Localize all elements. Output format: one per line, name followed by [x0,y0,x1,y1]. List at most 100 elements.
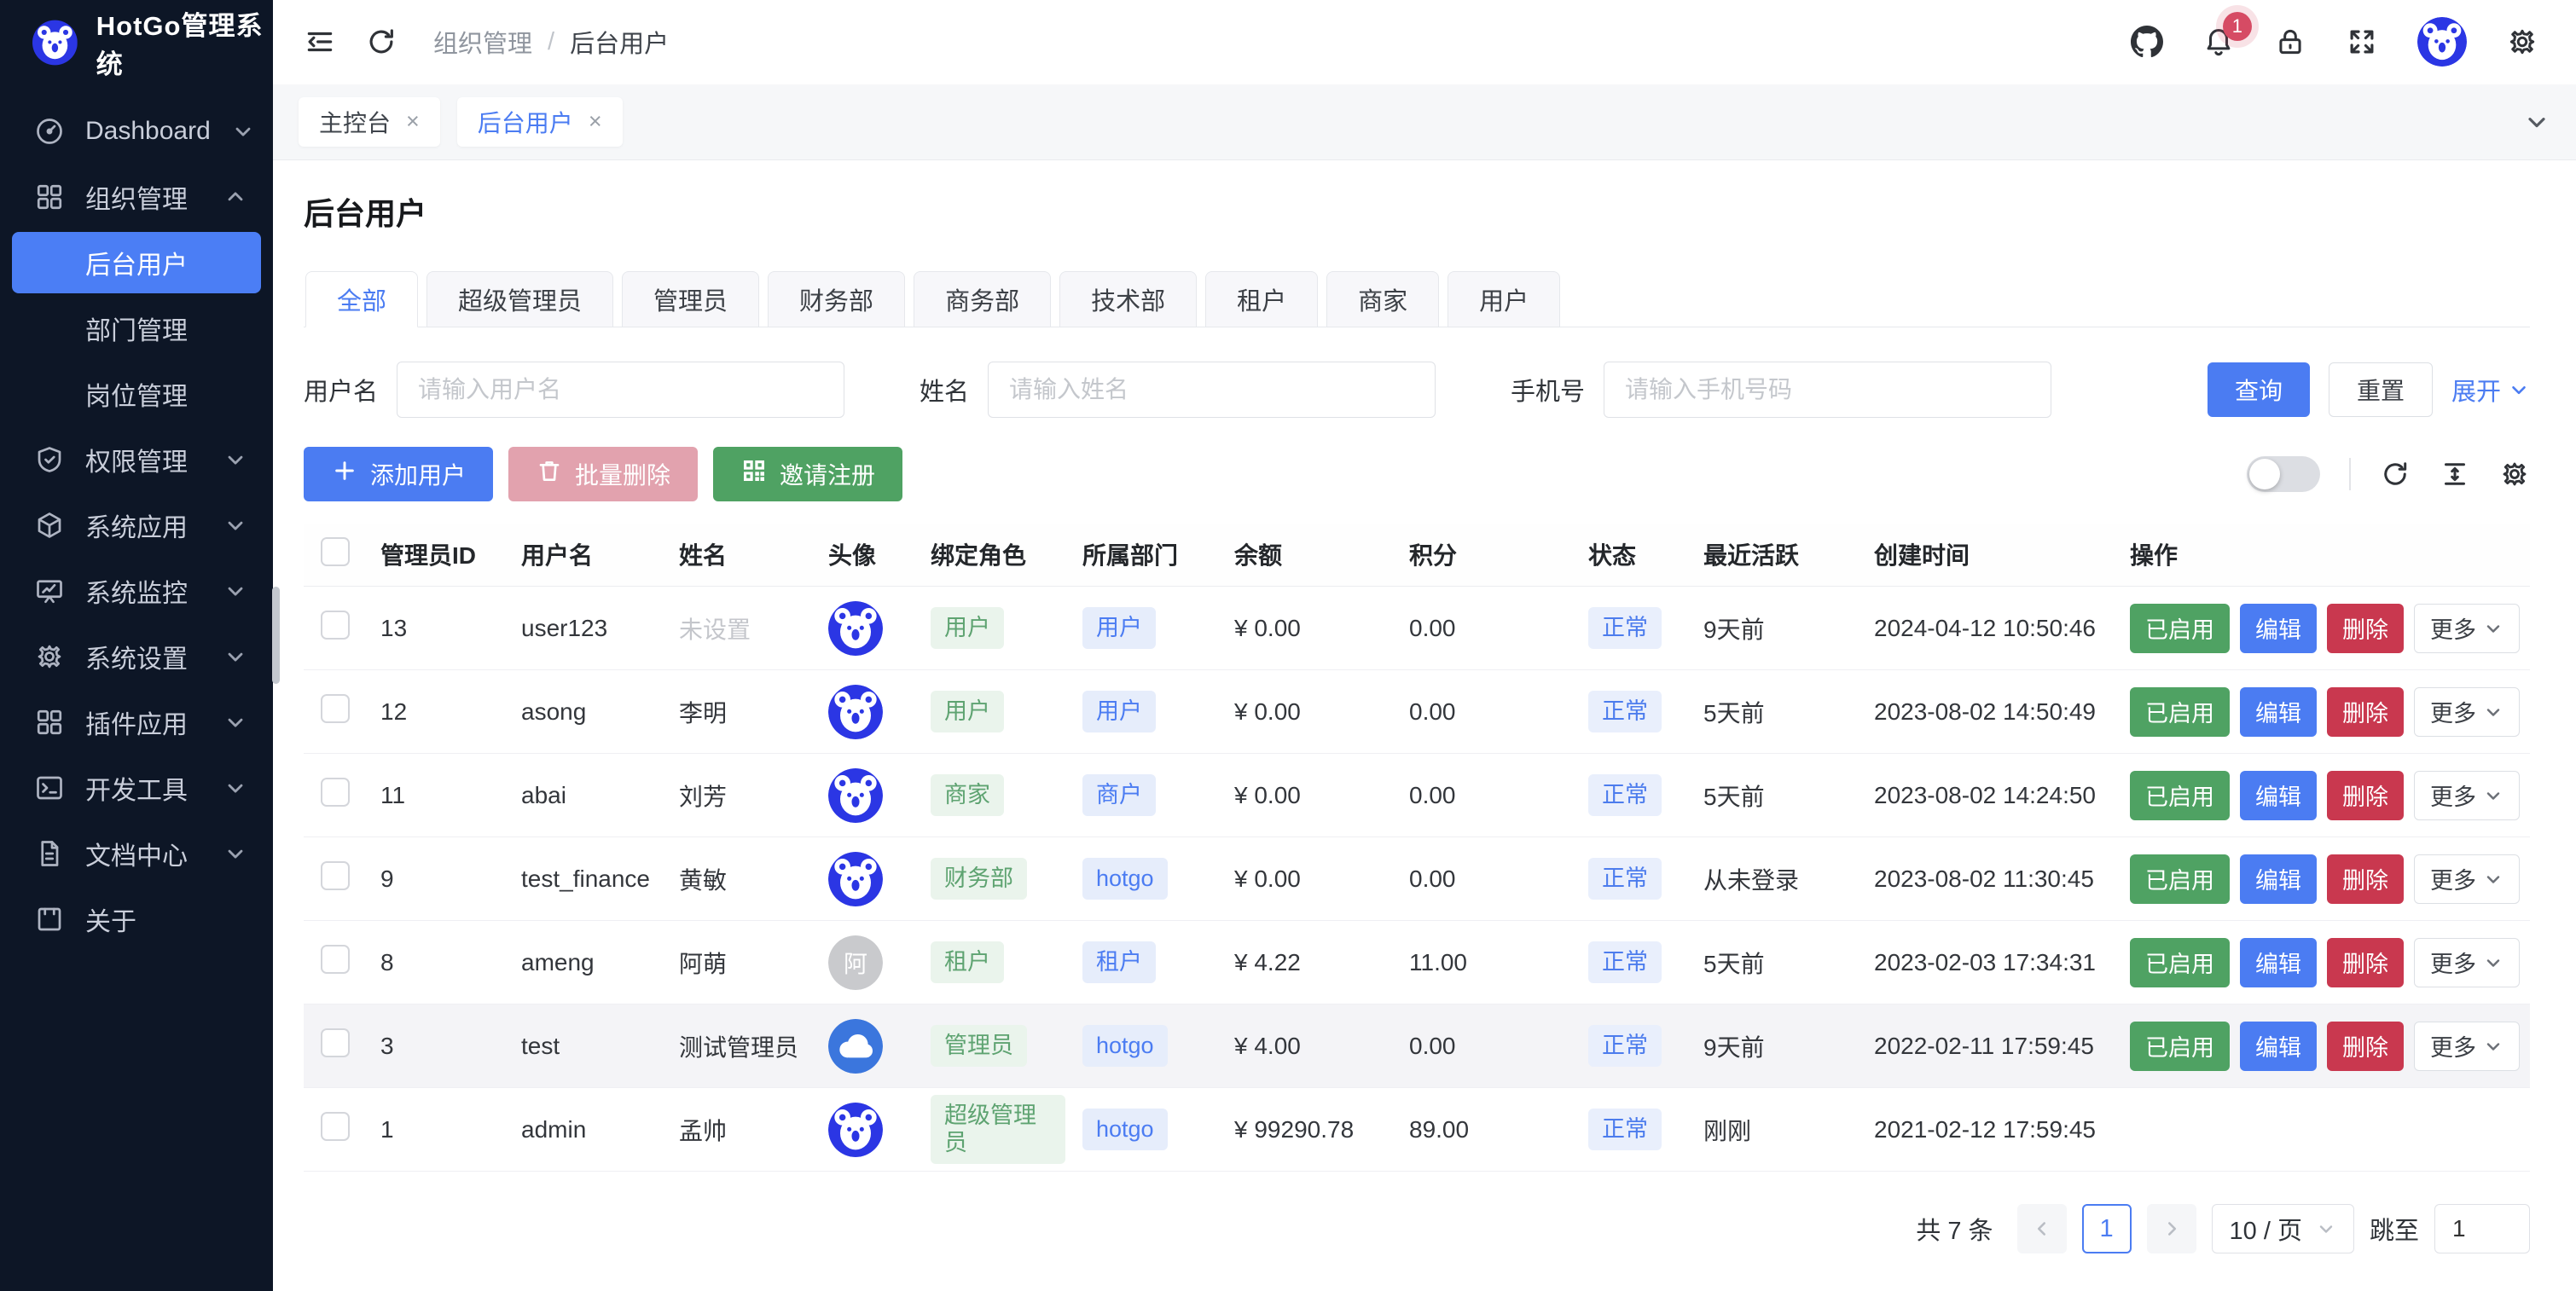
row-checkbox[interactable] [321,945,350,974]
table-refresh-icon[interactable] [2380,459,2411,489]
filter-tab[interactable]: 租户 [1205,271,1318,327]
edit-button[interactable]: 编辑 [2240,687,2317,737]
tab-admin-users[interactable]: 后台用户 × [457,97,623,147]
close-icon[interactable]: × [589,108,602,135]
delete-button[interactable]: 删除 [2327,771,2404,820]
row-checkbox[interactable] [321,1112,350,1141]
row-checkbox[interactable] [321,694,350,723]
sidebar-item-docs[interactable]: 文档中心 [12,823,261,884]
sidebar-item-system-apps[interactable]: 系统应用 [12,495,261,556]
enabled-button[interactable]: 已启用 [2130,604,2230,653]
row-height-icon[interactable] [2440,459,2470,489]
sidebar-item-admin-users[interactable]: 后台用户 [12,232,261,293]
sidebar-item-posts[interactable]: 岗位管理 [12,363,261,425]
sidebar-item-about[interactable]: 关于 [12,889,261,950]
row-checkbox[interactable] [321,611,350,640]
row-checkbox[interactable] [321,861,350,890]
select-all-checkbox[interactable] [321,537,350,566]
filter-tab[interactable]: 超级管理员 [426,271,613,327]
more-button[interactable]: 更多 [2414,771,2520,820]
enabled-button[interactable]: 已启用 [2130,687,2230,737]
row-checkbox[interactable] [321,778,350,807]
role-tag: 商家 [931,774,1004,816]
filter-tab[interactable]: 管理员 [622,271,759,327]
more-button[interactable]: 更多 [2414,938,2520,987]
enabled-button[interactable]: 已启用 [2130,771,2230,820]
filter-tab[interactable]: 全部 [305,271,418,327]
striped-toggle[interactable] [2247,456,2320,492]
delete-button[interactable]: 删除 [2327,687,2404,737]
sidebar-item-permissions[interactable]: 权限管理 [12,429,261,490]
username-input[interactable] [397,362,844,418]
sidebar-item-departments[interactable]: 部门管理 [12,298,261,359]
edit-button[interactable]: 编辑 [2240,771,2317,820]
tab-console[interactable]: 主控台 × [299,97,440,147]
github-icon[interactable] [2131,26,2163,58]
batch-delete-button[interactable]: 批量删除 [508,447,698,501]
next-page-button[interactable] [2147,1204,2196,1253]
sidebar-item-system-monitor[interactable]: 系统监控 [12,560,261,622]
user-avatar[interactable] [2417,17,2467,67]
row-checkbox[interactable] [321,1028,350,1057]
more-button[interactable]: 更多 [2414,854,2520,904]
edit-button[interactable]: 编辑 [2240,938,2317,987]
lock-icon[interactable] [2274,26,2306,58]
more-button[interactable]: 更多 [2414,687,2520,737]
terminal-icon [34,773,65,803]
prev-page-button[interactable] [2017,1204,2067,1253]
page-size-select[interactable]: 10 / 页 [2212,1204,2354,1253]
enabled-button[interactable]: 已启用 [2130,854,2230,904]
cell-realname: 孟帅 [662,1088,811,1172]
enabled-button[interactable]: 已启用 [2130,1022,2230,1071]
pagination-total: 共 7 条 [1916,1211,1993,1247]
more-button[interactable]: 更多 [2414,604,2520,653]
table-settings-gear-icon[interactable] [2499,459,2530,489]
edit-button[interactable]: 编辑 [2240,604,2317,653]
cell-realname: 刘芳 [662,754,811,837]
delete-button[interactable]: 删除 [2327,1022,2404,1071]
notification-bell-icon[interactable]: 1 [2202,26,2235,58]
sidebar-item-dashboard[interactable]: Dashboard [12,101,261,162]
settings-gear-icon[interactable] [2506,26,2538,58]
users-table: 管理员ID 用户名 姓名 头像 绑定角色 所属部门 余额 积分 状态 最近活跃 … [304,524,2530,1172]
app-logo-row[interactable]: HotGo管理系统 [0,0,273,85]
sidebar-item-plugins[interactable]: 插件应用 [12,692,261,753]
refresh-icon[interactable] [365,26,397,58]
filter-tab[interactable]: 技术部 [1059,271,1197,327]
qrcode-icon [740,457,768,490]
more-button[interactable]: 更多 [2414,1022,2520,1071]
sidebar-scrollbar[interactable] [272,587,280,684]
reset-button[interactable]: 重置 [2329,362,2433,417]
expand-link[interactable]: 展开 [2451,372,2530,408]
delete-button[interactable]: 删除 [2327,854,2404,904]
tabs-dropdown-icon[interactable] [2523,108,2550,136]
invite-register-button[interactable]: 邀请注册 [713,447,902,501]
fullscreen-icon[interactable] [2346,26,2378,58]
delete-button[interactable]: 删除 [2327,604,2404,653]
jump-page-input[interactable] [2434,1204,2530,1253]
sidebar-item-org[interactable]: 组织管理 [12,166,261,228]
query-button[interactable]: 查询 [2208,362,2310,417]
filter-tab[interactable]: 商家 [1326,271,1439,327]
add-user-button[interactable]: 添加用户 [304,447,493,501]
filter-tab[interactable]: 用户 [1448,271,1560,327]
cell-balance: ¥ 0.00 [1217,837,1392,921]
close-icon[interactable]: × [406,108,420,135]
dept-tag: 商户 [1082,774,1156,816]
breadcrumb-parent[interactable]: 组织管理 [433,24,532,60]
sidebar-item-dev-tools[interactable]: 开发工具 [12,757,261,819]
delete-button[interactable]: 删除 [2327,938,2404,987]
cell-points: 89.00 [1392,1088,1571,1172]
menu-collapse-icon[interactable] [304,26,336,58]
breadcrumb-current[interactable]: 后台用户 [570,24,669,60]
filter-tab[interactable]: 商务部 [914,271,1051,327]
edit-button[interactable]: 编辑 [2240,854,2317,904]
page-number-button[interactable]: 1 [2082,1204,2132,1253]
edit-button[interactable]: 编辑 [2240,1022,2317,1071]
mobile-input[interactable] [1604,362,2051,418]
sidebar-item-system-settings[interactable]: 系统设置 [12,626,261,687]
enabled-button[interactable]: 已启用 [2130,938,2230,987]
realname-input[interactable] [988,362,1436,418]
filter-tab[interactable]: 财务部 [768,271,905,327]
chevron-down-icon [223,776,247,800]
